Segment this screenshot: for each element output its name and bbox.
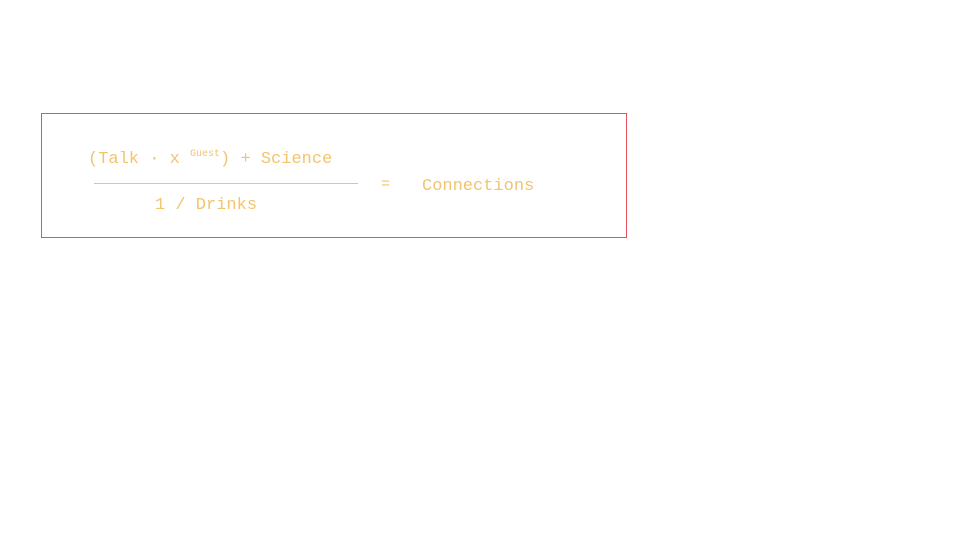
slide-canvas: (Talk · x Guest) + Science 1 / Drinks = …	[0, 0, 960, 540]
fraction-bar	[94, 183, 358, 184]
numerator-open: (Talk	[88, 150, 140, 169]
formula-numerator: (Talk · x Guest) + Science	[88, 149, 333, 172]
multiply-dot: ·	[149, 150, 160, 169]
exponent-guest: Guest	[190, 149, 221, 160]
formula-box: (Talk · x Guest) + Science 1 / Drinks = …	[41, 113, 627, 238]
formula-denominator: 1 / Drinks	[155, 196, 258, 215]
formula-result: Connections	[422, 177, 535, 196]
numerator-close: )	[220, 150, 231, 169]
equals-sign: =	[381, 176, 391, 193]
term-science: Science	[260, 150, 333, 169]
plus-sign: +	[240, 150, 251, 169]
variable-x: x	[169, 150, 180, 169]
